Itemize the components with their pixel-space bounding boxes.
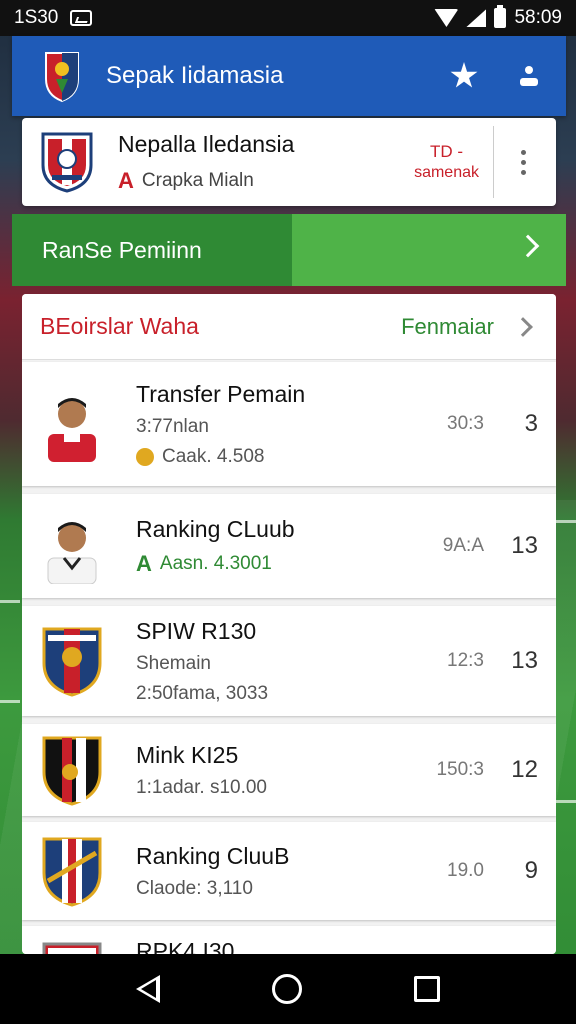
system-nav-bar [0,954,576,1024]
wifi-icon [434,9,459,27]
list-item-value: 150:3 [436,759,484,780]
list-item-line: Claode: 3,110 [136,877,253,899]
team-crest-icon [41,132,93,193]
list-item-value: 30:3 [447,413,484,434]
app-logo-shield-icon [45,52,79,103]
chevron-right-icon[interactable] [513,316,533,337]
list-item-line: 1:1adar. s10.00 [136,776,267,798]
match-card[interactable]: Nepalla Iledansia A Crapka Mialn TD - sa… [22,118,556,206]
favorites-star-icon[interactable] [450,62,478,88]
match-status-bottom: samenak [414,163,479,181]
ranking-banner[interactable]: RanSe Pemiinn [12,214,566,286]
list-item[interactable]: RPK4 I30 [22,926,556,954]
list-item-meta-text: Caak. 4.508 [162,445,265,467]
list-item-value: 9A:A [442,535,484,556]
club-crest-icon [42,627,102,697]
list-item-title: RPK4 I30 [136,938,235,954]
list-item[interactable]: SPIW R130 Shemain 2:50fama, 3033 12:3 13 [22,606,556,716]
list-item-title: Ranking CluuB [136,842,290,869]
list-item-meta: A Aasn. 4.3001 [136,551,295,577]
list-item[interactable]: Transfer Pemain 3:77nlan Caak. 4.508 30:… [22,362,556,486]
match-status-top: TD - [430,141,464,161]
list-item[interactable]: Ranking CluuB Claode: 3,110 19.0 9 [22,822,556,920]
list-item-value: 19.0 [447,860,484,881]
player-photo [47,522,97,584]
home-icon[interactable] [272,974,302,1004]
match-status: TD - samenak [414,126,494,198]
list-item-number: 13 [511,532,538,559]
recents-icon[interactable] [414,976,440,1002]
list-item[interactable]: Ranking CLuub A Aasn. 4.3001 9A:A 13 [22,494,556,598]
list-header: BEoirslar Waha Fenmaiar [22,294,556,360]
account-icon[interactable] [518,64,540,88]
list-item-title: Mink KI25 [136,741,239,768]
match-subtitle-text: Crapka Mialn [141,169,254,191]
status-time-right: 58:09 [514,7,562,28]
list-item-line: 2:50fama, 3033 [136,682,269,704]
back-icon[interactable] [136,975,160,1003]
list-item-meta-text: Aasn. 4.3001 [159,552,272,574]
list-item-title: Ranking CLuub [136,515,295,542]
alert-icon: A [136,550,152,576]
club-crest-icon [42,736,102,806]
signal-icon [466,9,487,27]
match-team-name: Nepalla Iledansia [118,130,295,157]
list-item-title: Transfer Pemain [136,380,306,407]
list-header-link[interactable]: Fenmaiar [401,314,494,340]
status-bar: 1S30 58:09 [0,0,576,36]
list-item[interactable]: Mink KI25 1:1adar. s10.00 150:3 12 [22,724,556,816]
chevron-right-icon [516,234,540,258]
app-title: Sepak Iidamasia [106,62,284,89]
alert-icon: A [118,167,134,193]
list-item-value: 12:3 [447,650,484,671]
list-item-line: Shemain [136,652,211,674]
news-list: BEoirslar Waha Fenmaiar Transfer Pemain … [22,294,556,954]
list-item-title: SPIW R130 [136,617,257,644]
list-item-number: 9 [524,857,538,884]
coin-icon [136,447,154,466]
banner-label: RanSe Pemiinn [42,236,202,263]
player-photo [48,398,96,462]
battery-icon [494,5,507,28]
club-crest-icon [42,837,102,907]
status-time-left: 1S30 [14,7,59,28]
match-subtitle: A Crapka Mialn [118,168,294,194]
app-bar: Sepak Iidamasia [12,36,566,116]
list-item-number: 13 [511,647,538,674]
list-item-number: 12 [511,756,538,783]
photo-notification-icon [70,10,93,26]
list-item-number: 3 [524,410,538,437]
more-vert-icon[interactable] [508,149,538,175]
list-item-line: 3:77nlan [136,415,209,437]
list-item-meta: Caak. 4.508 [136,446,305,468]
club-crest-icon [42,942,102,954]
list-header-title: BEoirslar Waha [40,313,199,339]
